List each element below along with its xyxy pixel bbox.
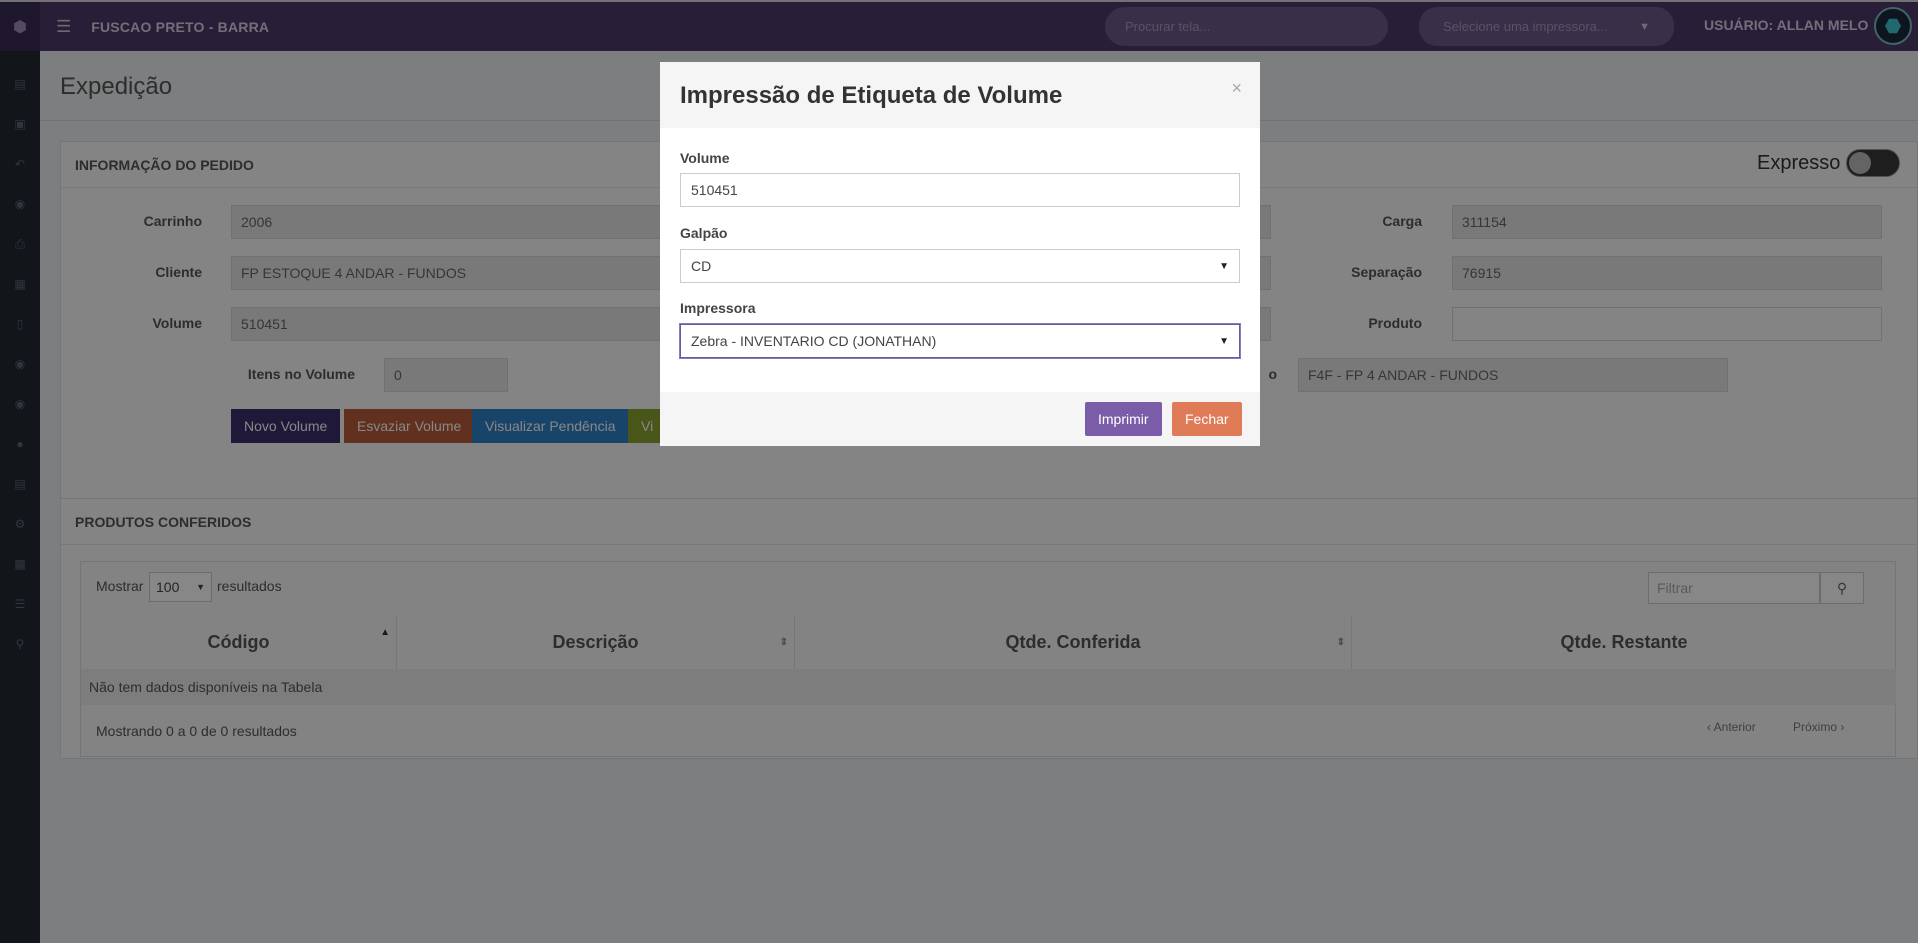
modal-volume-input[interactable]: 510451 xyxy=(680,173,1240,207)
impressora-selected: Zebra - INVENTARIO CD (JONATHAN) xyxy=(691,333,937,349)
modal-galpao-select[interactable]: CD ▼ xyxy=(680,249,1240,283)
close-icon[interactable]: × xyxy=(1231,78,1242,99)
print-label-modal: Impressão de Etiqueta de Volume × Volume… xyxy=(660,62,1260,446)
modal-impressora-select[interactable]: Zebra - INVENTARIO CD (JONATHAN) ▼ xyxy=(680,324,1240,358)
modal-header: Impressão de Etiqueta de Volume × xyxy=(660,62,1260,128)
modal-impressora-label: Impressora xyxy=(680,300,756,316)
imprimir-button[interactable]: Imprimir xyxy=(1085,402,1162,436)
chevron-down-icon: ▼ xyxy=(1219,335,1229,347)
fechar-button[interactable]: Fechar xyxy=(1172,402,1242,436)
modal-volume-label: Volume xyxy=(680,150,730,166)
modal-title: Impressão de Etiqueta de Volume xyxy=(680,82,1063,109)
galpao-selected: CD xyxy=(691,258,712,274)
modal-footer xyxy=(660,392,1260,446)
chevron-down-icon: ▼ xyxy=(1219,260,1229,272)
modal-galpao-label: Galpão xyxy=(680,225,728,241)
